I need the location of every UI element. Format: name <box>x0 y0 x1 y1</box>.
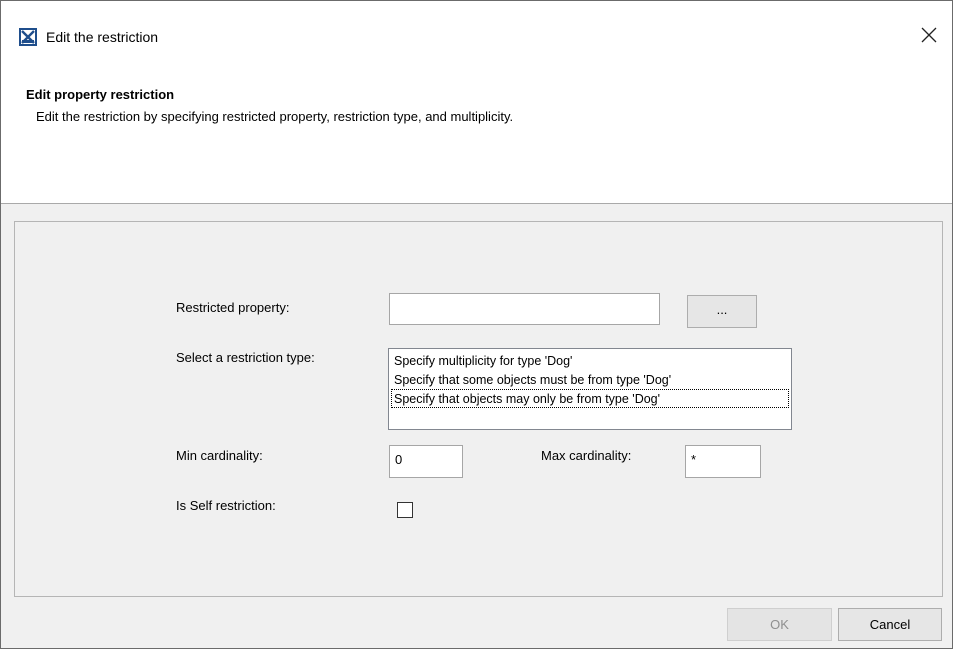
close-button[interactable] <box>906 21 952 51</box>
restriction-form-panel: Restricted property: ... Select a restri… <box>14 221 943 597</box>
header-description: Edit the restriction by specifying restr… <box>36 109 514 124</box>
dialog-header: Edit property restriction Edit the restr… <box>1 67 952 204</box>
restricted-property-label: Restricted property: <box>176 300 290 315</box>
list-item[interactable]: Specify that some objects must be from t… <box>391 370 789 389</box>
max-cardinality-label: Max cardinality: <box>541 448 632 463</box>
list-item[interactable]: Specify multiplicity for type 'Dog' <box>391 351 789 370</box>
app-icon <box>19 28 37 46</box>
dialog-window: Edit the restriction Edit property restr… <box>0 0 953 649</box>
min-cardinality-label: Min cardinality: <box>176 448 263 463</box>
restriction-type-list[interactable]: Specify multiplicity for type 'Dog' Spec… <box>388 348 792 430</box>
is-self-restriction-label: Is Self restriction: <box>176 498 276 513</box>
max-cardinality-field[interactable]: * <box>685 445 761 478</box>
header-title: Edit property restriction <box>26 87 175 102</box>
window-title: Edit the restriction <box>46 29 159 45</box>
close-icon <box>921 27 937 46</box>
restriction-type-label: Select a restriction type: <box>176 350 315 365</box>
is-self-restriction-checkbox[interactable] <box>397 502 413 518</box>
restricted-property-field[interactable] <box>389 293 660 325</box>
cancel-button[interactable]: Cancel <box>838 608 942 641</box>
title-bar: Edit the restriction <box>1 1 952 67</box>
min-cardinality-field[interactable]: 0 <box>389 445 463 478</box>
browse-property-button[interactable]: ... <box>687 295 757 328</box>
list-item[interactable]: Specify that objects may only be from ty… <box>391 389 789 408</box>
ok-button[interactable]: OK <box>727 608 832 641</box>
